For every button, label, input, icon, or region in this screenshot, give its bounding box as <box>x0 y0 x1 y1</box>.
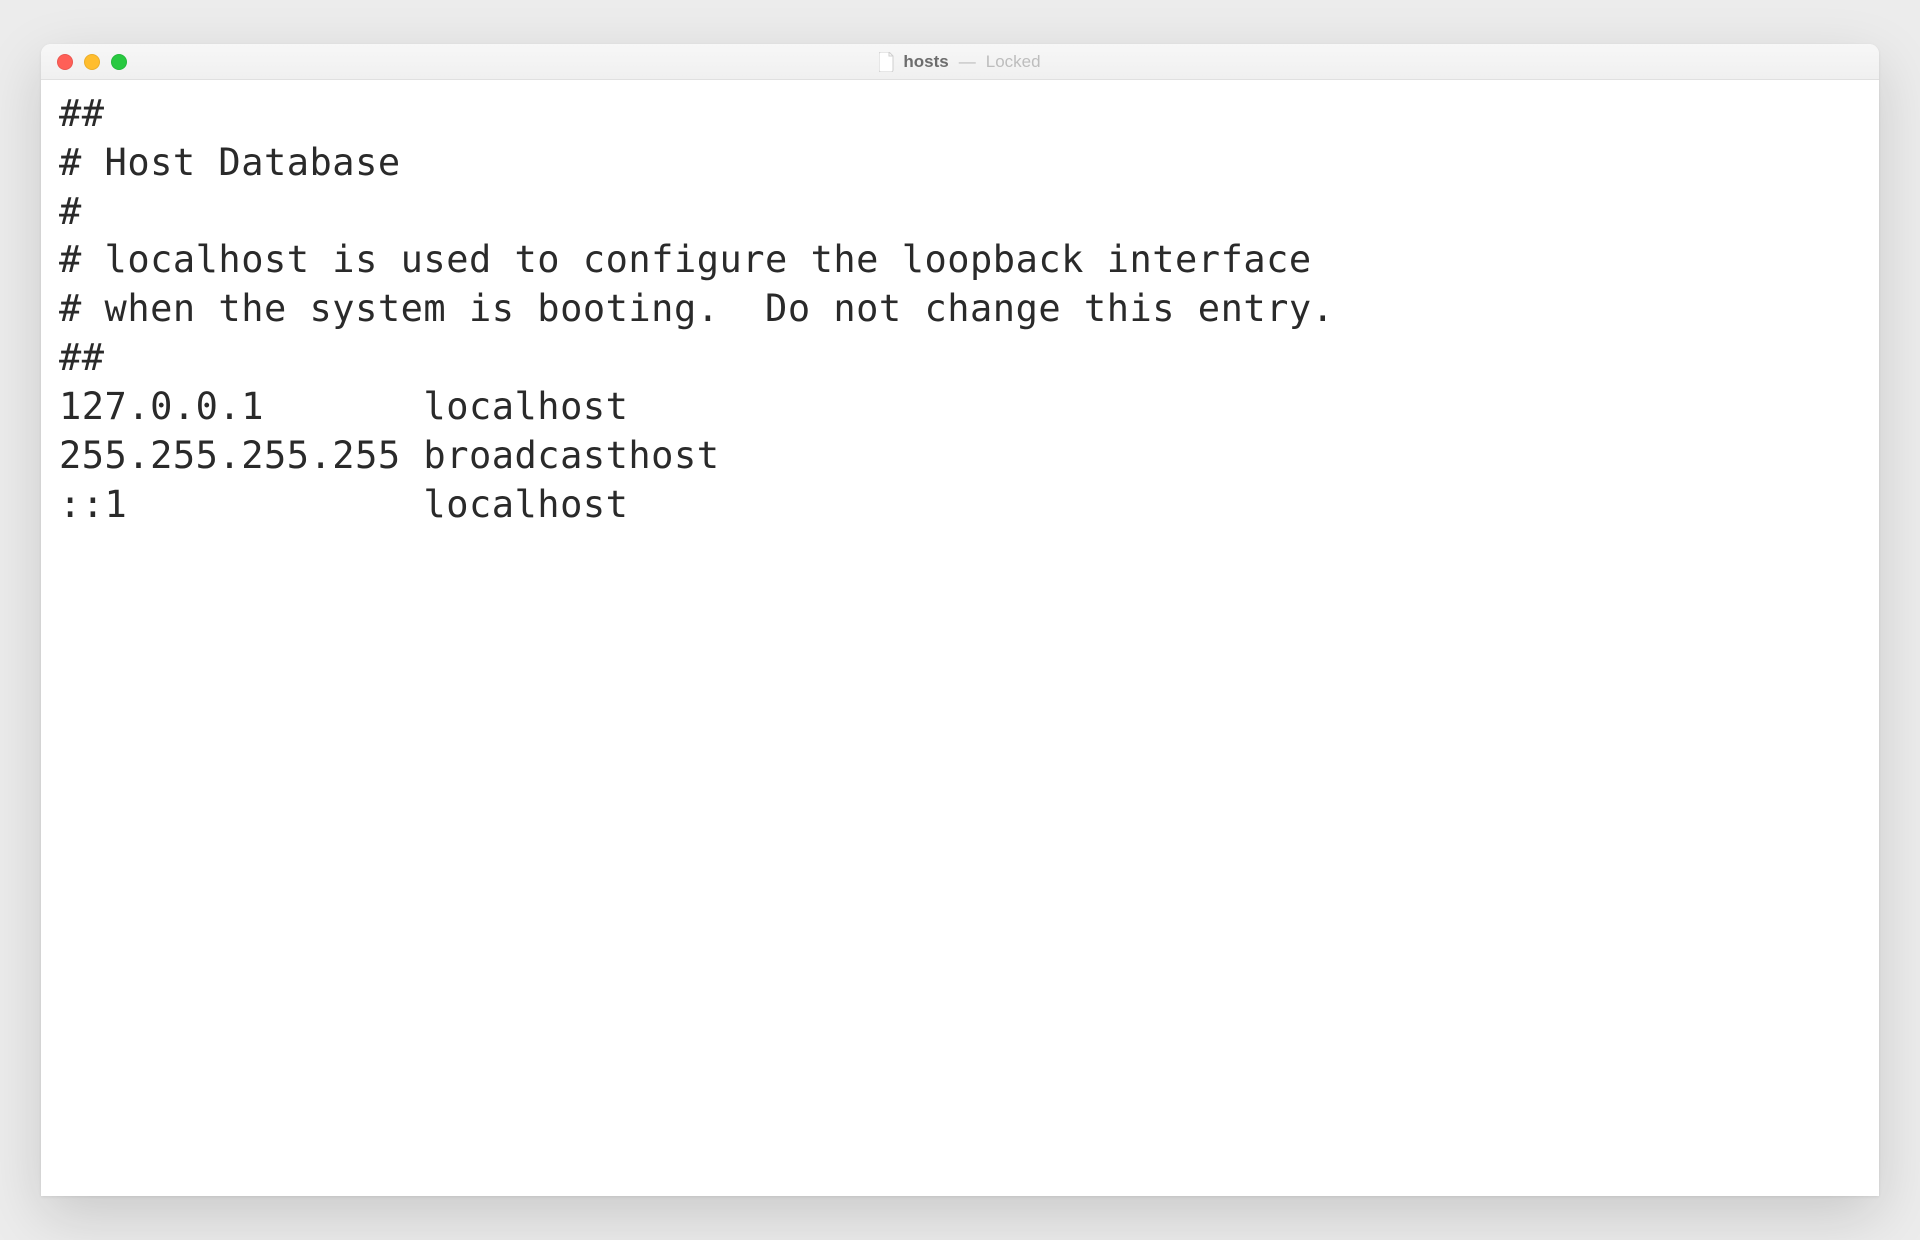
title-status: Locked <box>986 52 1041 72</box>
window-title: hosts — Locked <box>41 52 1879 72</box>
title-separator: — <box>959 52 976 72</box>
close-button[interactable] <box>57 54 73 70</box>
file-content[interactable]: ## # Host Database # # localhost is used… <box>41 80 1879 1196</box>
window-controls <box>41 54 127 70</box>
zoom-button[interactable] <box>111 54 127 70</box>
window-titlebar[interactable]: hosts — Locked <box>41 44 1879 80</box>
title-filename: hosts <box>903 52 948 72</box>
text-editor-window: hosts — Locked ## # Host Database # # lo… <box>41 44 1879 1196</box>
minimize-button[interactable] <box>84 54 100 70</box>
document-icon <box>879 52 895 72</box>
